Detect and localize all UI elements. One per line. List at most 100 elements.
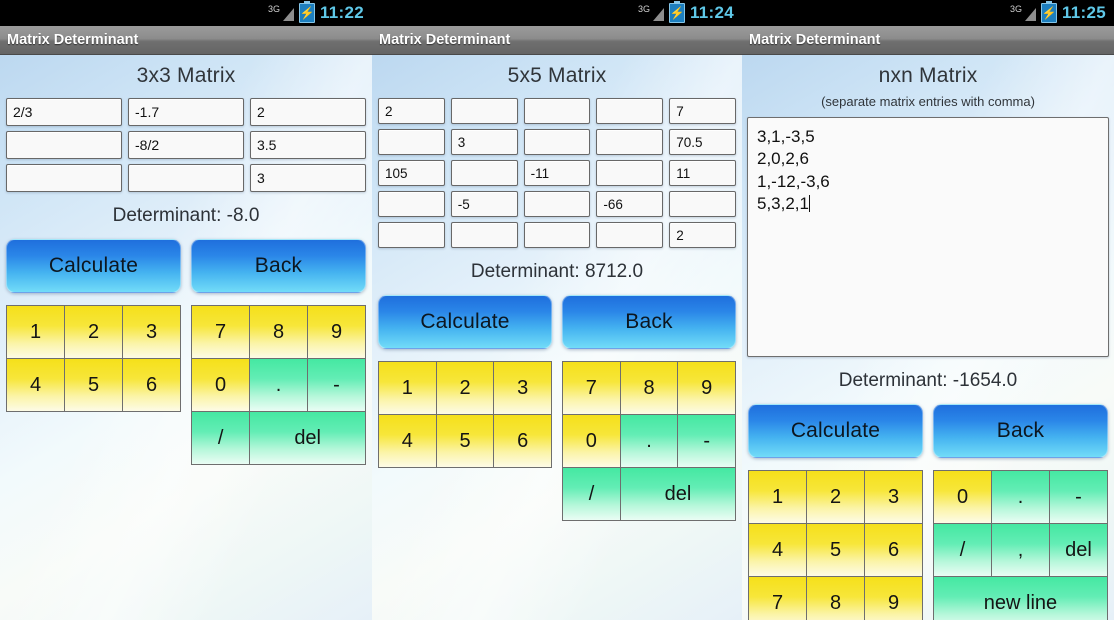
key-0[interactable]: 0	[562, 415, 621, 468]
network-type-label: 3G	[1009, 3, 1022, 14]
matrix-cell[interactable]	[378, 222, 445, 248]
key-4[interactable]: 4	[6, 359, 65, 412]
calculate-button[interactable]: Calculate	[378, 295, 552, 349]
key-4[interactable]: 4	[378, 415, 437, 468]
key-4[interactable]: 4	[748, 524, 807, 577]
key-7[interactable]: 7	[191, 305, 250, 359]
key-1[interactable]: 1	[378, 361, 437, 415]
app-body: 5x5 Matrix 2 105 3 -5 -11 -66 7 70.5 11 …	[372, 55, 742, 620]
key-new-line[interactable]: new line	[933, 577, 1108, 620]
matrix-cell[interactable]: 3	[250, 164, 366, 192]
matrix-cell[interactable]	[596, 160, 664, 186]
key-decimal-point[interactable]: .	[992, 470, 1050, 524]
key-5[interactable]: 5	[65, 359, 123, 412]
key-minus[interactable]: -	[1050, 470, 1108, 524]
matrix-cell[interactable]	[669, 191, 736, 217]
matrix-cell[interactable]: -66	[596, 191, 664, 217]
back-button[interactable]: Back	[562, 295, 736, 349]
calculate-button[interactable]: Calculate	[748, 404, 923, 458]
panel-5x5-matrix: 3G ⚡ 11:24 Matrix Determinant 5x5 Matrix…	[372, 0, 742, 620]
calculate-button[interactable]: Calculate	[6, 239, 181, 293]
key-6[interactable]: 6	[494, 415, 553, 468]
key-1[interactable]: 1	[6, 305, 65, 359]
matrix-cell[interactable]: 105	[378, 160, 445, 186]
matrix-cell[interactable]: 2	[250, 98, 366, 126]
keypad-row: 0 . -	[562, 415, 737, 468]
key-decimal-point[interactable]: .	[250, 359, 308, 412]
matrix-cell[interactable]: 2	[669, 222, 736, 248]
key-delete[interactable]: del	[621, 468, 736, 521]
key-5[interactable]: 5	[807, 524, 865, 577]
matrix-cell[interactable]	[596, 98, 664, 124]
keypad-row: / del	[562, 468, 736, 521]
key-minus[interactable]: -	[678, 415, 737, 468]
matrix-cell[interactable]: 3.5	[250, 131, 366, 159]
key-comma[interactable]: ,	[992, 524, 1050, 577]
keypads: 1 2 3 4 5 6 7 8 9	[0, 305, 372, 465]
back-button[interactable]: Back	[933, 404, 1108, 458]
key-7[interactable]: 7	[562, 361, 621, 415]
matrix-cell[interactable]: 3	[450, 129, 518, 155]
matrix-cell[interactable]: -1.7	[128, 98, 244, 126]
key-5[interactable]: 5	[436, 415, 495, 468]
key-decimal-point[interactable]: .	[620, 415, 679, 468]
matrix-cell[interactable]	[523, 98, 591, 124]
key-3[interactable]: 3	[123, 305, 181, 359]
matrix-cell[interactable]: -8/2	[128, 131, 244, 159]
matrix-cell[interactable]: -11	[523, 160, 591, 186]
matrix-cell[interactable]: 2/3	[6, 98, 122, 126]
numeric-keypad-right: 7 8 9 0 . - / del	[562, 361, 737, 521]
key-8[interactable]: 8	[807, 577, 865, 620]
app-title: Matrix Determinant	[379, 32, 511, 48]
matrix-cell[interactable]: 11	[669, 160, 736, 186]
key-6[interactable]: 6	[123, 359, 181, 412]
matrix-cell[interactable]	[378, 191, 445, 217]
back-button[interactable]: Back	[191, 239, 366, 293]
key-2[interactable]: 2	[65, 305, 123, 359]
matrix-cell[interactable]	[523, 222, 591, 248]
key-minus[interactable]: -	[308, 359, 366, 412]
matrix-cell[interactable]	[450, 98, 518, 124]
app-title: Matrix Determinant	[749, 32, 881, 48]
keypad-row: 7 8 9	[748, 577, 923, 620]
matrix-cell[interactable]	[378, 129, 445, 155]
matrix-cell[interactable]: 7	[669, 98, 736, 124]
key-6[interactable]: 6	[865, 524, 923, 577]
key-divide[interactable]: /	[191, 412, 251, 465]
matrix-cell[interactable]: 2	[378, 98, 445, 124]
three-panel-screenshot: 3G ⚡ 11:22 Matrix Determinant 3x3 Matrix…	[0, 0, 1114, 620]
matrix-cell[interactable]	[6, 131, 122, 159]
matrix-cell[interactable]: -5	[450, 191, 518, 217]
matrix-cell[interactable]	[596, 129, 664, 155]
key-8[interactable]: 8	[250, 305, 308, 359]
matrix-cell[interactable]: 70.5	[669, 129, 736, 155]
key-delete[interactable]: del	[1050, 524, 1108, 577]
key-2[interactable]: 2	[436, 361, 495, 415]
action-buttons: Calculate Back	[742, 404, 1114, 458]
matrix-cell[interactable]	[450, 160, 518, 186]
key-9[interactable]: 9	[678, 361, 737, 415]
key-divide[interactable]: /	[562, 468, 621, 521]
key-9[interactable]: 9	[865, 577, 923, 620]
key-8[interactable]: 8	[620, 361, 679, 415]
key-2[interactable]: 2	[807, 470, 865, 524]
key-0[interactable]: 0	[191, 359, 250, 412]
matrix-cell[interactable]	[523, 129, 591, 155]
keypad-row: 1 2 3	[748, 470, 923, 524]
key-delete[interactable]: del	[250, 412, 366, 465]
key-7[interactable]: 7	[748, 577, 807, 620]
key-3[interactable]: 3	[865, 470, 923, 524]
key-9[interactable]: 9	[308, 305, 366, 359]
matrix-column: 2 3.5 3	[250, 98, 366, 192]
key-3[interactable]: 3	[494, 361, 553, 415]
key-divide[interactable]: /	[933, 524, 992, 577]
matrix-cell[interactable]	[596, 222, 664, 248]
matrix-cell[interactable]	[6, 164, 122, 192]
matrix-cell[interactable]	[128, 164, 244, 192]
matrix-textarea[interactable]: 3,1,-3,5 2,0,2,6 1,-12,-3,6 5,3,2,1	[747, 117, 1109, 357]
key-1[interactable]: 1	[748, 470, 807, 524]
key-0[interactable]: 0	[933, 470, 992, 524]
matrix-cell[interactable]	[450, 222, 518, 248]
status-clock: 11:25	[1061, 3, 1106, 22]
matrix-cell[interactable]	[523, 191, 591, 217]
